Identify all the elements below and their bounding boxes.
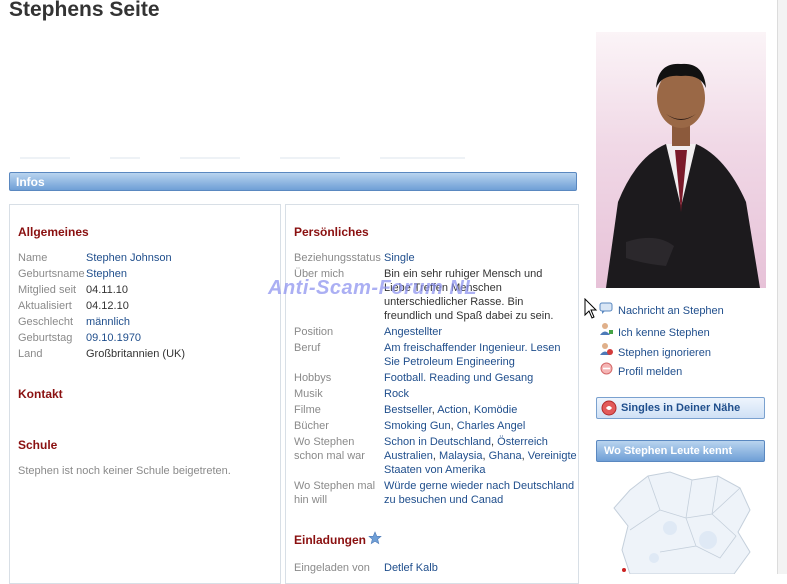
action-melden[interactable]: Profil melden	[598, 362, 682, 379]
label-wo-war-line-1: Wo Stephen	[294, 436, 355, 448]
action-nachricht-label: Nachricht an Stephen	[618, 305, 724, 317]
value-geburtstag-link[interactable]: 09.10.1970	[86, 331, 141, 345]
singles-in-deiner-naehe-button[interactable]: Singles in Deiner Nähe	[596, 397, 765, 419]
beruf-line-1-link[interactable]: Am freischaffender Ingenieur. Lesen	[384, 341, 561, 355]
action-ignorieren[interactable]: Stephen ignorieren	[598, 342, 711, 360]
label-aktualisiert: Aktualisiert	[18, 300, 72, 312]
label-geburtstag: Geburtstag	[18, 332, 73, 344]
wo-war-link-deutschland[interactable]: Schon in Deutschland	[384, 436, 491, 448]
schule-text: Stephen ist noch keiner Schule beigetret…	[18, 465, 231, 477]
user-ignore-icon	[598, 342, 614, 360]
wo-stephen-leute-kennt-header: Wo Stephen Leute kennt	[596, 440, 765, 462]
report-icon	[598, 362, 614, 379]
value-land: Großbritannien (UK)	[86, 348, 186, 360]
filme-link-bestseller[interactable]: Bestseller	[384, 404, 432, 416]
label-wo-will-line-2: hin will	[294, 494, 328, 506]
action-ich-kenne-label: Ich kenne Stephen	[618, 327, 710, 339]
wo-war-line-2: Australien, Malaysia, Ghana, Vereinigte	[384, 450, 577, 462]
action-ich-kenne[interactable]: Ich kenne Stephen	[598, 322, 710, 340]
value-beziehungsstatus-link[interactable]: Single	[384, 251, 415, 265]
filme-values: Bestseller, Action, Komödie	[384, 404, 518, 416]
buecher-link-charles-angel[interactable]: Charles Angel	[457, 420, 526, 432]
label-beruf: Beruf	[294, 342, 321, 354]
wo-will-line-1-link[interactable]: Würde gerne wieder nach Deutschland	[384, 479, 574, 493]
action-nachricht[interactable]: Nachricht an Stephen	[598, 302, 724, 318]
label-filme: Filme	[294, 404, 321, 416]
singles-label: Singles in Deiner Nähe	[621, 402, 741, 414]
wo-war-link-ghana[interactable]: Ghana	[489, 450, 522, 462]
label-geschlecht: Geschlecht	[18, 316, 74, 328]
buecher-values: Smoking Gun, Charles Angel	[384, 420, 526, 432]
filme-link-action[interactable]: Action	[437, 404, 468, 416]
wo-war-link-vereinigte[interactable]: Vereinigte	[528, 450, 577, 462]
star-icon	[368, 531, 382, 548]
wo-will-line-2-link[interactable]: zu besuchen und Canad	[384, 493, 503, 507]
value-geburtsname-link[interactable]: Stephen	[86, 267, 127, 281]
profile-photo[interactable]	[596, 32, 766, 288]
wo-war-line-1: Schon in Deutschland, Österreich	[384, 436, 548, 448]
label-geburtsname: Geburtsname	[18, 268, 85, 280]
label-beziehungsstatus: Beziehungsstatus	[294, 252, 381, 264]
message-icon	[598, 302, 614, 318]
label-buecher: Bücher	[294, 420, 329, 432]
label-position: Position	[294, 326, 334, 338]
value-aktualisiert: 04.12.10	[86, 300, 129, 312]
user-add-icon	[598, 322, 614, 340]
value-hobbys-link[interactable]: Football. Reading und Gesang	[384, 371, 533, 385]
page-scrollbar[interactable]	[777, 0, 787, 574]
value-geschlecht-link[interactable]: männlich	[86, 315, 130, 329]
buecher-link-smoking-gun[interactable]: Smoking Gun	[384, 420, 451, 432]
action-melden-label: Profil melden	[618, 366, 683, 378]
value-eingeladen-von-link[interactable]: Detlef Kalb	[384, 561, 438, 575]
value-musik-link[interactable]: Rock	[384, 387, 409, 401]
middle-column: Persönliches Beziehungsstatus Single Übe…	[285, 204, 579, 584]
singles-icon	[601, 400, 617, 423]
label-name: Name	[18, 252, 48, 264]
label-wo-will-line-1: Wo Stephen mal	[294, 480, 376, 492]
germany-map[interactable]	[600, 470, 765, 575]
label-wo-war-line-2: schon mal war	[294, 450, 365, 462]
watermark-text: Anti-Scam-Forum NL	[268, 277, 477, 299]
wo-war-link-malaysia[interactable]: Malaysia	[439, 450, 482, 462]
faint-nav-row	[20, 152, 540, 160]
label-hobbys: Hobbys	[294, 372, 332, 384]
label-musik: Musik	[294, 388, 323, 400]
filme-link-komoedie[interactable]: Komödie	[474, 404, 517, 416]
value-name-link[interactable]: Stephen Johnson	[86, 251, 172, 265]
label-eingeladen-von: Eingeladen von	[294, 562, 370, 574]
section-schule: Schule	[18, 438, 58, 452]
label-land: Land	[18, 348, 43, 360]
wo-war-link-oesterreich[interactable]: Österreich	[497, 436, 548, 448]
section-kontakt: Kontakt	[18, 387, 63, 401]
wo-war-link-usa[interactable]: Staaten von Amerika	[384, 463, 486, 477]
value-position-link[interactable]: Angestellter	[384, 325, 442, 339]
left-column: Allgemeines Name Stephen Johnson Geburts…	[9, 204, 281, 584]
value-mitglied-seit: 04.11.10	[86, 284, 129, 296]
beruf-line-2-link[interactable]: Sie Petroleum Engineering	[384, 355, 515, 369]
ueber-mich-line-4: freundlich und Spaß dabei zu sein.	[384, 310, 554, 322]
section-einladungen: Einladungen	[294, 533, 366, 547]
action-ignorieren-label: Stephen ignorieren	[618, 347, 711, 359]
wo-war-link-australien[interactable]: Australien	[384, 450, 433, 462]
tab-infos[interactable]: Infos	[9, 172, 577, 191]
page-title: Stephens Seite	[9, 0, 160, 21]
section-allgemeines: Allgemeines	[18, 225, 89, 239]
label-mitglied-seit: Mitglied seit	[18, 284, 77, 296]
mouse-cursor-icon	[584, 297, 598, 323]
section-persoenliches: Persönliches	[294, 225, 369, 239]
